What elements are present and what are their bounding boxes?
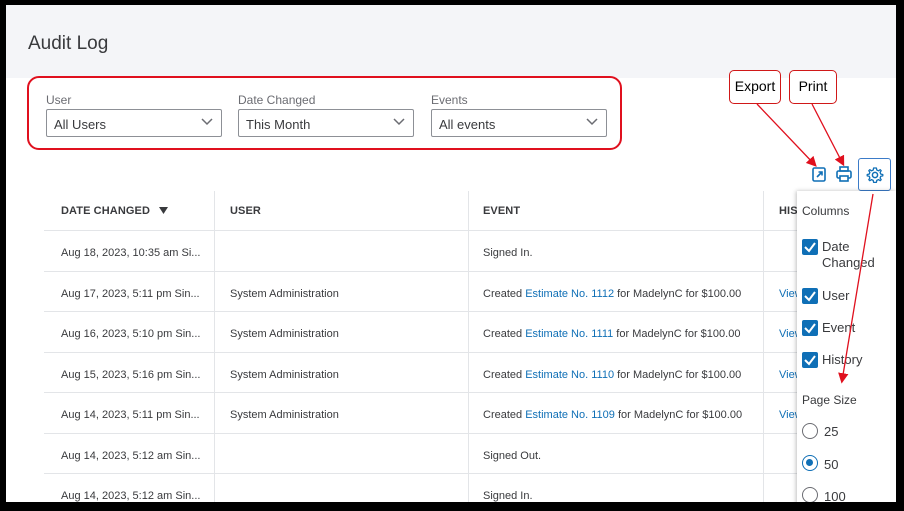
radio-page-size-50[interactable] <box>802 455 818 471</box>
cell-event: Created Estimate No. 1110 for MadelynC f… <box>483 369 741 381</box>
table-row: Aug 16, 2023, 5:10 pm Sin... System Admin… <box>44 311 804 352</box>
page-size-heading: Page Size <box>802 393 857 407</box>
checkbox-label-date-changed: Date Changed <box>822 239 875 270</box>
chevron-down-icon <box>393 118 405 126</box>
event-text: Created <box>483 287 526 300</box>
cell-date-changed: Aug 14, 2023, 5:12 am Sin... <box>61 449 201 462</box>
radio-page-size-100[interactable] <box>802 487 818 502</box>
column-header-user[interactable]: USER <box>230 205 261 217</box>
column-header-event[interactable]: EVENT <box>483 205 520 217</box>
checkbox-history[interactable] <box>802 352 818 368</box>
estimate-link[interactable]: Estimate No. 1111 <box>525 328 613 340</box>
estimate-link[interactable]: Estimate No. 1112 <box>525 288 614 300</box>
sort-descending-icon <box>159 207 169 214</box>
radio-page-size-25[interactable] <box>802 423 818 439</box>
checkmark-icon <box>804 323 816 334</box>
page-header: Audit Log <box>6 5 896 78</box>
settings-button[interactable] <box>858 158 891 191</box>
cell-event: Created Estimate No. 1112 for MadelynC f… <box>483 288 741 300</box>
event-text-suffix: for MadelynC for $100.00 <box>614 409 743 421</box>
audit-log-window: Audit Log User All Users Date Changed Th… <box>6 5 896 502</box>
checkbox-date-changed[interactable] <box>802 239 818 255</box>
checkmark-icon <box>804 242 816 253</box>
radio-label-25: 25 <box>824 424 839 439</box>
events-filter-value: All events <box>439 117 496 132</box>
event-text: Created <box>483 368 526 381</box>
radio-label-100: 100 <box>824 489 846 502</box>
cell-date-changed: Aug 14, 2023, 5:11 pm Sin... <box>61 409 200 421</box>
table-row: Aug 17, 2023, 5:11 pm Sin... System Admin… <box>44 270 804 312</box>
table-row: Aug 18, 2023, 10:35 am Si... Signed In. <box>44 230 804 271</box>
chevron-down-icon <box>586 118 598 126</box>
date-changed-filter-value: This Month <box>246 117 311 132</box>
date-changed-filter-select[interactable]: This Month <box>238 109 414 137</box>
event-text-suffix: for MadelynC for $100.00 <box>614 368 742 381</box>
cell-user: System Administration <box>230 368 339 381</box>
checkbox-label-history: History <box>822 352 863 367</box>
export-callout: Export <box>729 70 781 104</box>
cell-event: Signed In. <box>483 247 533 259</box>
cell-date-changed: Aug 18, 2023, 10:35 am Si... <box>61 247 201 259</box>
table-settings-panel: Columns Date Changed User Event History … <box>797 191 896 502</box>
cell-user: System Administration <box>230 287 339 300</box>
checkbox-label-event: Event <box>822 320 856 335</box>
checkmark-icon <box>804 291 816 302</box>
cell-event: Created Estimate No. 1109 for MadelynC f… <box>483 409 742 421</box>
print-callout: Print <box>789 70 837 104</box>
event-text: Created <box>483 328 526 340</box>
estimate-link[interactable]: Estimate No. 1110 <box>525 369 614 381</box>
radio-label-50: 50 <box>824 457 839 472</box>
chevron-down-icon <box>201 118 213 126</box>
event-text: Signed In. <box>483 490 533 502</box>
gear-icon <box>866 167 884 184</box>
table-row: Aug 14, 2023, 5:12 am Sin... Signed Out. <box>44 432 804 474</box>
cell-date-changed: Aug 17, 2023, 5:11 pm Sin... <box>61 287 200 300</box>
event-text: Created <box>483 409 526 421</box>
checkbox-label-user: User <box>822 288 850 303</box>
user-filter-value: All Users <box>54 117 107 132</box>
event-text: Signed In. <box>483 247 533 259</box>
column-header-date-label: DATE CHANGED <box>61 205 150 217</box>
user-filter-label: User <box>46 93 72 107</box>
page-title: Audit Log <box>28 33 109 54</box>
table-row: Aug 15, 2023, 5:16 pm Sin... System Admin… <box>44 351 804 393</box>
columns-heading: Columns <box>802 204 850 218</box>
cell-user: System Administration <box>230 409 339 421</box>
user-filter-select[interactable]: All Users <box>46 109 222 137</box>
cell-event: Created Estimate No. 1111 for MadelynC f… <box>483 328 740 340</box>
cell-event: Signed Out. <box>483 450 541 462</box>
cell-date-changed: Aug 14, 2023, 5:12 am Sin... <box>61 490 201 502</box>
event-text-suffix: for MadelynC for $100.00 <box>613 328 741 340</box>
events-filter-label: Events <box>431 93 468 107</box>
estimate-link[interactable]: Estimate No. 1109 <box>525 409 615 421</box>
event-text: Signed Out. <box>483 449 542 462</box>
cell-event: Signed In. <box>483 490 533 502</box>
cell-date-changed: Aug 16, 2023, 5:10 pm Sin... <box>61 328 201 340</box>
event-text-suffix: for MadelynC for $100.00 <box>614 287 742 300</box>
export-icon[interactable] <box>808 163 830 185</box>
column-header-date-changed[interactable]: DATE CHANGED <box>61 205 169 217</box>
cell-user: System Administration <box>230 328 339 340</box>
cell-date-changed: Aug 15, 2023, 5:16 pm Sin... <box>61 368 201 381</box>
checkbox-user[interactable] <box>802 288 818 304</box>
printer-icon[interactable] <box>833 163 855 185</box>
checkbox-event[interactable] <box>802 320 818 336</box>
checkmark-icon <box>804 355 816 366</box>
date-changed-filter-label: Date Changed <box>238 93 316 107</box>
table-row: Aug 14, 2023, 5:12 am Sin... Signed In. <box>44 473 804 502</box>
table-row: Aug 14, 2023, 5:11 pm Sin... System Admin… <box>44 392 804 433</box>
events-filter-select[interactable]: All events <box>431 109 607 137</box>
